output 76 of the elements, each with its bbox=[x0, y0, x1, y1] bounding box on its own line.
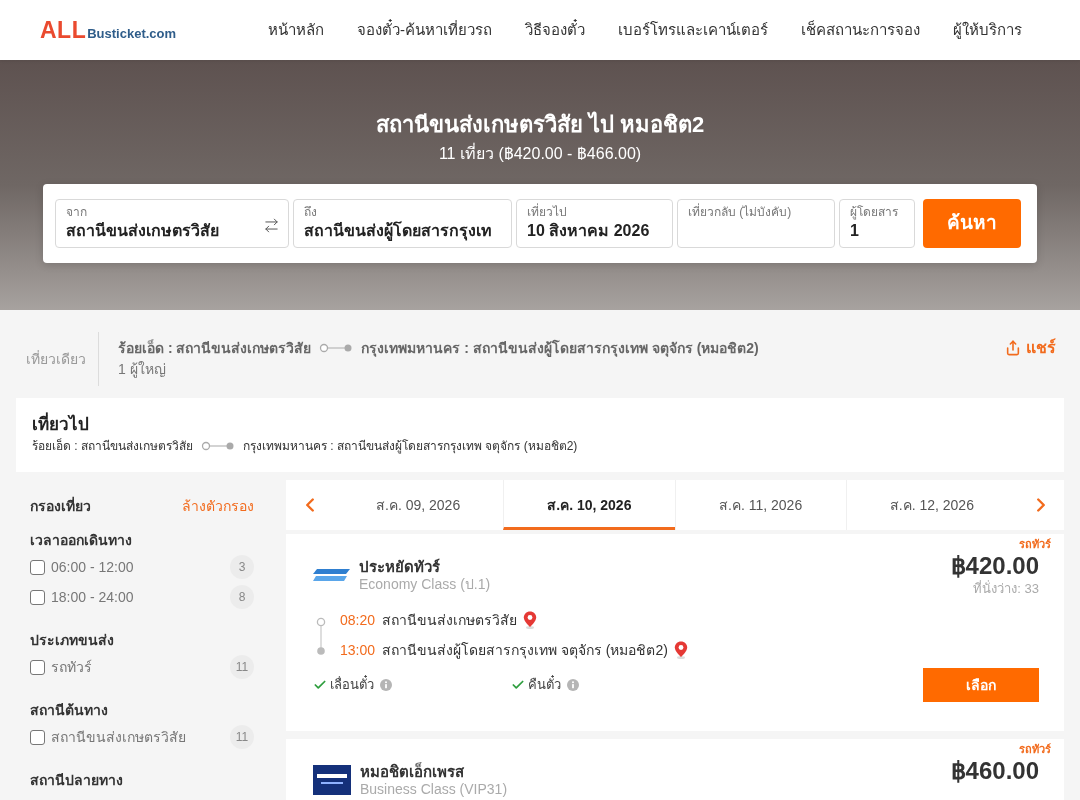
date-tab[interactable]: ส.ค. 12, 2026 bbox=[845, 480, 1017, 530]
vehicle-type-tag: รถทัวร์ bbox=[1019, 742, 1051, 756]
feature-label: เลื่อนตั๋ว bbox=[330, 675, 374, 695]
feature-label: คืนตั๋ว bbox=[528, 675, 561, 695]
route-line-icon bbox=[201, 441, 235, 451]
nav-link[interactable]: จองตั๋ว-ค้นหาเที่ยวรถ bbox=[357, 20, 492, 40]
field-label: ถึง bbox=[304, 204, 318, 220]
filter-group-title: ประเภทขนส่ง bbox=[30, 631, 115, 649]
field-label: จาก bbox=[66, 204, 88, 220]
route-line-icon bbox=[319, 343, 354, 353]
date-tab[interactable]: ส.ค. 10, 2026 bbox=[503, 480, 675, 530]
nav-link[interactable]: วิธีจองตั๋ว bbox=[525, 20, 585, 40]
departure-time: 13:00 bbox=[340, 640, 377, 660]
site-logo-domain[interactable]: Busticket.com bbox=[87, 26, 177, 42]
seats-available: ที่นั่งว่าง: 33 bbox=[973, 580, 1039, 598]
field-value: 1 bbox=[850, 221, 860, 241]
field-value: สถานีขนส่งเกษตรวิสัย bbox=[66, 221, 220, 241]
seat-class: Business Class (VIP31) bbox=[360, 781, 508, 798]
ticket-price: ฿460.00 bbox=[950, 757, 1039, 785]
departure-time: 08:20 bbox=[340, 610, 377, 630]
swap-icon[interactable] bbox=[263, 217, 280, 234]
map-pin-icon[interactable] bbox=[673, 641, 688, 659]
timeline-icon bbox=[316, 617, 326, 655]
search-field[interactable]: ผู้โดยสาร 1 bbox=[839, 199, 915, 248]
field-value: 10 สิงหาคม 2026 bbox=[527, 221, 651, 241]
field-label: เที่ยวไป bbox=[527, 204, 568, 220]
count-badge: 3 bbox=[230, 555, 254, 579]
filter-title: กรองเที่ยว bbox=[30, 497, 91, 515]
filter-checkbox[interactable] bbox=[30, 559, 45, 575]
nav-link[interactable]: เช็คสถานะการจอง bbox=[801, 20, 920, 40]
filter-group-title: สถานีปลายทาง bbox=[30, 771, 124, 789]
operator-name: หมอชิตเอ็กเพรส bbox=[360, 762, 465, 781]
count-badge: 11 bbox=[230, 725, 254, 749]
search-field[interactable]: ถึง สถานีขนส่งผู้โดยสารกรุงเท bbox=[293, 199, 512, 248]
destination-text: กรุงเทพมหานคร : สถานีขนส่งผู้โดยสารกรุงเทพ จตุจักร (หมอชิต2) bbox=[361, 338, 759, 358]
filter-option-label: 06:00 - 12:00 bbox=[51, 558, 134, 576]
destination-text: กรุงเทพมหานคร : สถานีขนส่งผู้โดยสารกรุงเทพ จตุจักร (หมอชิต2) bbox=[243, 438, 578, 455]
filter-group-title: เวลาออกเดินทาง bbox=[30, 531, 133, 549]
filter-option-label: 18:00 - 24:00 bbox=[51, 588, 134, 606]
origin-text: ร้อยเอ็ด : สถานีขนส่งเกษตรวิสัย bbox=[32, 437, 193, 455]
station-name: สถานีขนส่งเกษตรวิสัย bbox=[382, 610, 517, 630]
search-field[interactable]: จาก สถานีขนส่งเกษตรวิสัย bbox=[55, 199, 289, 248]
field-label: เที่ยวกลับ (ไม่บังคับ) bbox=[688, 204, 793, 220]
filter-group-title: สถานีต้นทาง bbox=[30, 701, 109, 719]
date-tab[interactable]: ส.ค. 11, 2026 bbox=[674, 480, 846, 530]
vehicle-type-tag: รถทัวร์ bbox=[1019, 537, 1051, 551]
bus-company-logo-icon bbox=[313, 569, 350, 581]
search-field[interactable]: เที่ยวไป 10 สิงหาคม 2026 bbox=[516, 199, 673, 248]
nav-link[interactable]: เบอร์โทรและเคาน์เตอร์ bbox=[618, 20, 768, 40]
share-icon bbox=[1005, 340, 1021, 356]
nav-link[interactable]: หน้าหลัก bbox=[268, 20, 324, 40]
field-label: ผู้โดยสาร bbox=[850, 204, 899, 220]
date-tab[interactable]: ส.ค. 09, 2026 bbox=[333, 480, 504, 530]
trip-count-subtitle: 11 เที่ยว (฿420.00 - ฿466.00) bbox=[438, 142, 642, 164]
route-title: สถานีขนส่งเกษตรวิสัย ไป หมอชิต2 bbox=[375, 110, 705, 139]
field-value: สถานีขนส่งผู้โดยสารกรุงเท bbox=[304, 220, 493, 242]
count-badge: 11 bbox=[230, 655, 254, 679]
station-name: สถานีขนส่งผู้โดยสารกรุงเทพ จตุจักร (หมอชิต2) bbox=[382, 640, 668, 661]
site-logo-text[interactable]: ALL bbox=[40, 16, 87, 44]
map-pin-icon[interactable] bbox=[523, 611, 537, 629]
ticket-price: ฿420.00 bbox=[950, 552, 1039, 580]
trip-type-label: เที่ยวเดียว bbox=[25, 349, 87, 369]
bus-company-logo-icon bbox=[313, 765, 351, 795]
filter-checkbox[interactable] bbox=[30, 659, 45, 675]
filter-checkbox[interactable] bbox=[30, 729, 45, 745]
nav-link[interactable]: ผู้ให้บริการ bbox=[953, 20, 1022, 40]
filter-option-label: สถานีขนส่งเกษตรวิสัย bbox=[51, 728, 186, 746]
count-badge: 8 bbox=[230, 585, 254, 609]
search-field[interactable]: เที่ยวกลับ (ไม่บังคับ) bbox=[677, 199, 835, 248]
outbound-title: เที่ยวไป bbox=[32, 414, 1048, 436]
filter-checkbox[interactable] bbox=[30, 589, 45, 605]
filter-option-label: รถทัวร์ bbox=[51, 658, 92, 676]
origin-text: ร้อยเอ็ด : สถานีขนส่งเกษตรวิสัย bbox=[118, 338, 312, 358]
passenger-count: 1 ผู้ใหญ่ bbox=[118, 360, 167, 379]
operator-name: ประหยัดทัวร์ bbox=[359, 557, 441, 576]
seat-class: Economy Class (ป.1) bbox=[359, 576, 491, 593]
